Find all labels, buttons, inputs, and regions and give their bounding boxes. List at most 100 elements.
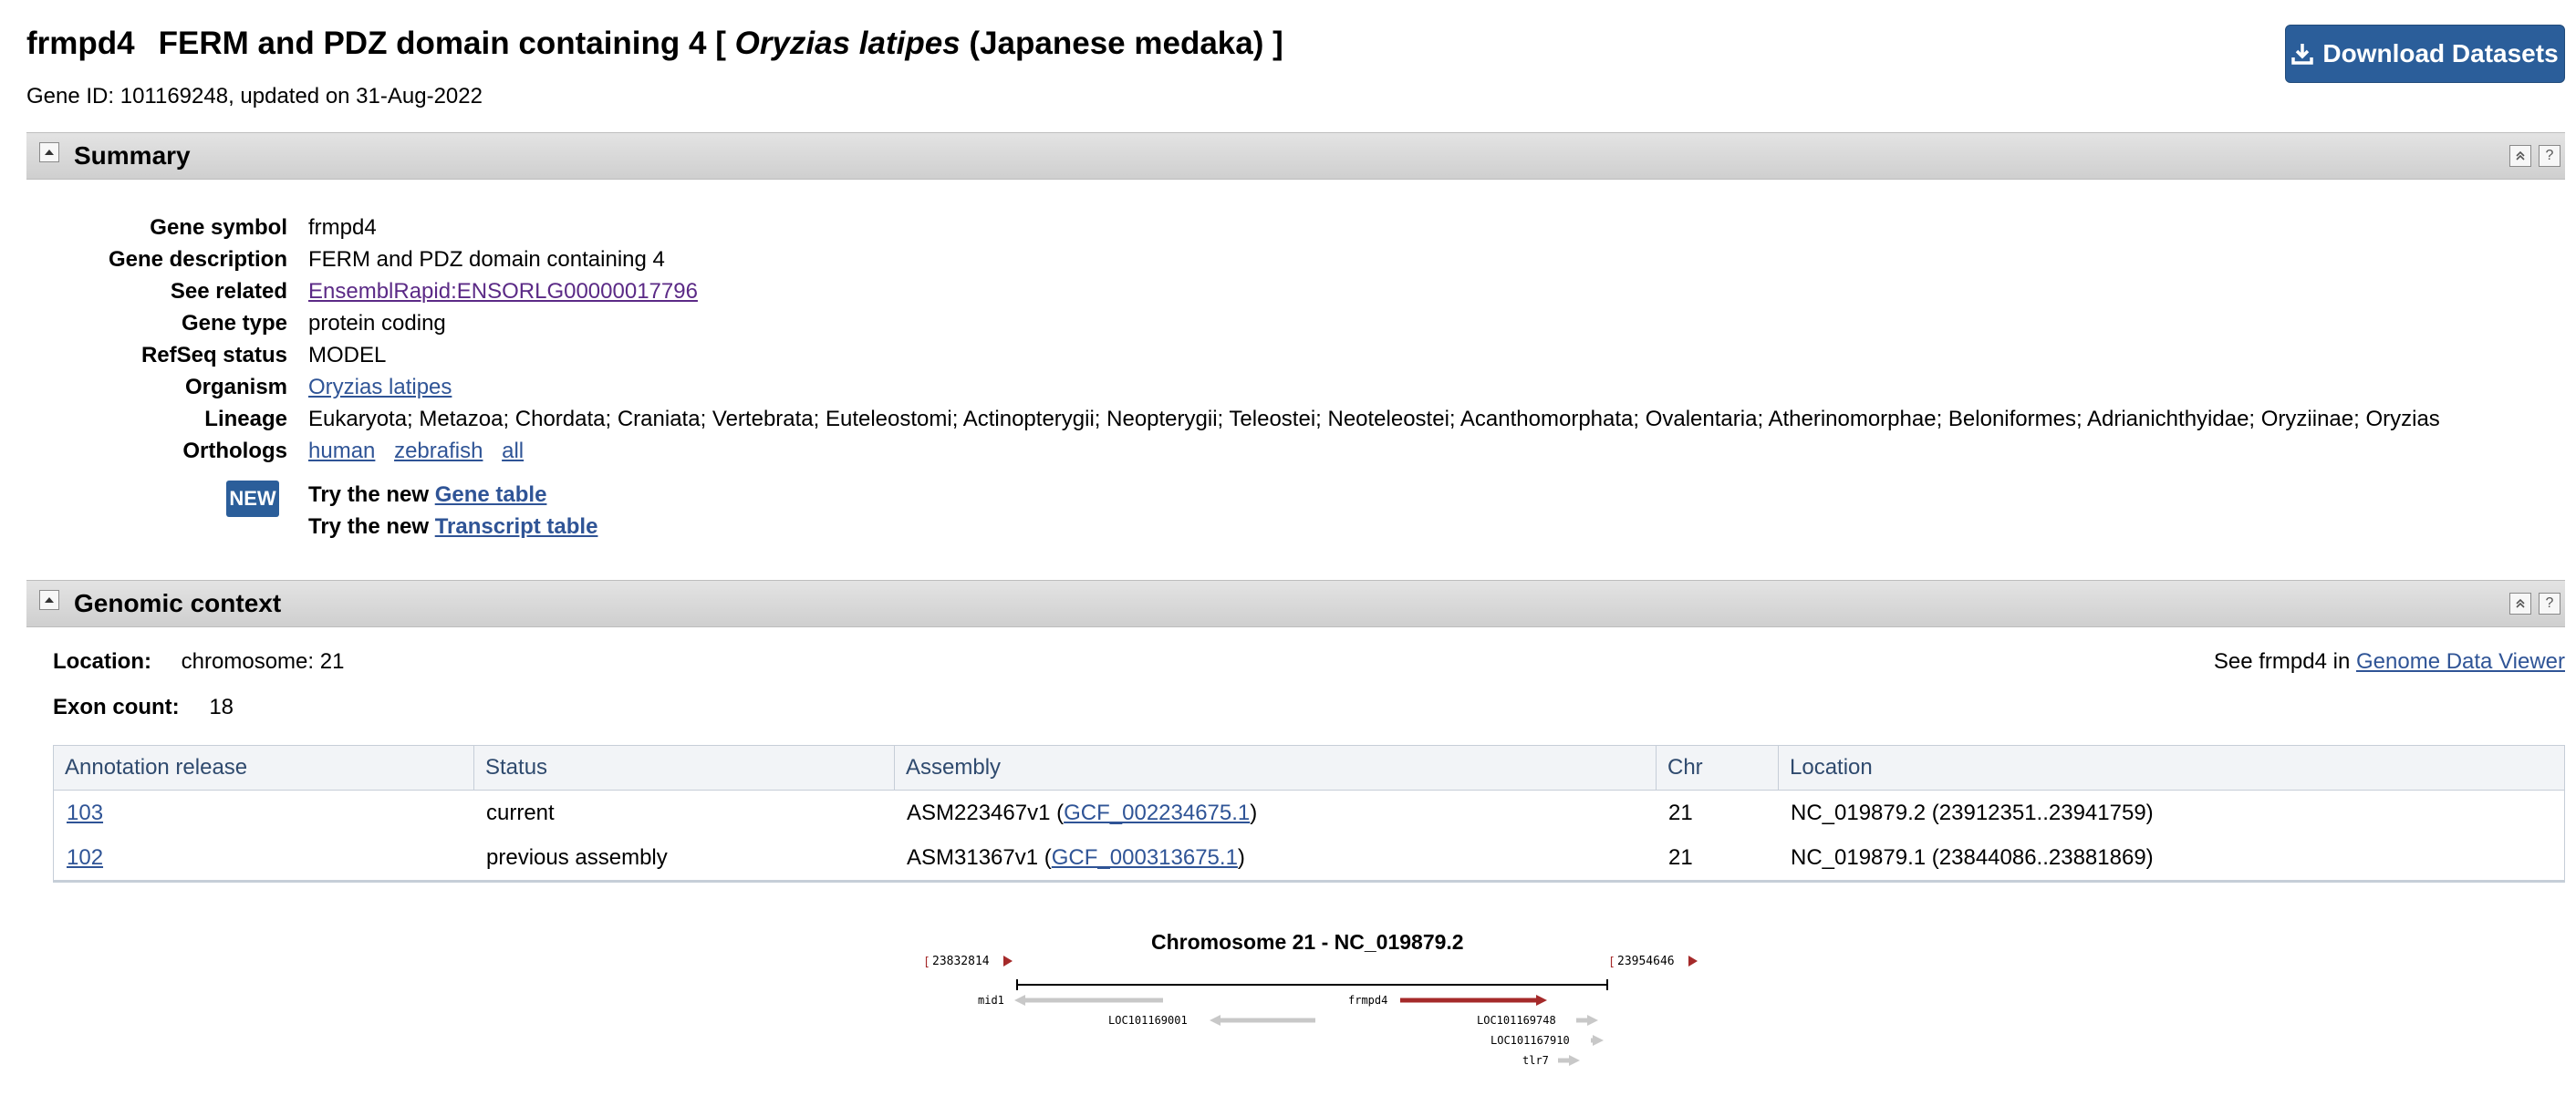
field-label: See related	[170, 279, 287, 304]
column-header-assembly[interactable]: Assembly	[894, 746, 1656, 790]
transcript-table-link[interactable]: Transcript table	[435, 514, 598, 539]
assembly-accession-link[interactable]: GCF_000313675.1	[1052, 845, 1238, 870]
column-header-location[interactable]: Location	[1778, 746, 2564, 790]
download-label: Download Datasets	[2322, 39, 2559, 67]
release-link[interactable]: 103	[54, 791, 103, 835]
gene-arrow-loc101169001	[1210, 1015, 1220, 1026]
bracket-close: ]	[1272, 26, 1283, 61]
assembly-name: ASM31367v1 (	[907, 845, 1052, 870]
genomic-scroll-top-button[interactable]	[2509, 593, 2531, 615]
field-value: MODEL	[308, 343, 387, 367]
gene-arrow-loc101169748	[1587, 1015, 1598, 1026]
summary-scroll-top-button[interactable]	[2509, 145, 2531, 167]
gene-arrow-mid1	[1014, 995, 1025, 1006]
gene-arrow-tlr7	[1569, 1055, 1580, 1066]
genome-data-viewer-link[interactable]: Genome Data Viewer	[2356, 649, 2565, 674]
assembly-cell: ASM31367v1 (GCF_000313675.1)	[894, 835, 1245, 880]
triangle-up-icon	[45, 150, 54, 155]
right-coord-label: 23954646	[1617, 955, 1675, 968]
field-value: frmpd4	[308, 215, 377, 240]
field-value: FERM and PDZ domain containing 4	[308, 247, 665, 272]
genomic-context-title: Genomic context	[74, 589, 282, 617]
orthologs-links: human zebrafish all	[308, 438, 536, 465]
download-datasets-button[interactable]: Download Datasets	[2285, 25, 2565, 83]
gene-table-link[interactable]: Gene table	[435, 482, 547, 507]
gene-symbol-title: frmpd4	[26, 26, 135, 61]
gene-label-loc101169001[interactable]: LOC101169001	[1108, 1014, 1188, 1027]
triangle-up-icon	[45, 597, 54, 603]
summary-title: Summary	[74, 141, 191, 170]
status-cell: previous assembly	[486, 845, 668, 870]
summary-fields: Gene symbol frmpd4 Gene description FERM…	[0, 214, 2576, 524]
chromosome-graphic[interactable]: [ 23832814 [ 23954646 mid1 frmpd4 LOC101…	[912, 944, 1733, 1096]
gene-label-loc101169748[interactable]: LOC101169748	[1477, 1014, 1556, 1027]
field-label: Gene type	[181, 311, 287, 336]
help-icon: ?	[2545, 148, 2554, 163]
ortholog-link-all[interactable]: all	[502, 439, 524, 463]
left-coord-label: 23832814	[932, 955, 990, 968]
exon-count-row: Exon count: 18	[53, 694, 234, 721]
see-prefix: See frmpd4 in	[2213, 649, 2351, 674]
help-icon: ?	[2545, 595, 2554, 611]
summary-help-button[interactable]: ?	[2539, 145, 2560, 167]
summary-section-header: Summary ?	[26, 132, 2565, 180]
table-header-row: Annotation release Status Assembly Chr L…	[54, 746, 2564, 791]
right-arrow-icon[interactable]	[1688, 956, 1698, 967]
field-label: Orthologs	[182, 439, 287, 463]
left-bracket: [	[923, 956, 930, 969]
left-arrow-icon[interactable]	[1003, 956, 1013, 967]
field-label: RefSeq status	[140, 343, 287, 367]
location-row: Location: chromosome: 21	[53, 648, 344, 676]
assembly-close: )	[1237, 845, 1245, 870]
try-transcript-table: Try the new Transcript table	[308, 513, 597, 541]
genomic-collapse-toggle[interactable]	[39, 590, 59, 610]
double-chevron-up-icon	[2516, 150, 2525, 160]
try-prefix: Try the new	[308, 482, 430, 507]
download-icon	[2291, 42, 2314, 66]
gene-label-frmpd4[interactable]: frmpd4	[1348, 994, 1387, 1007]
organism-link[interactable]: Oryzias latipes	[308, 374, 452, 401]
gene-arrow-frmpd4	[1536, 995, 1547, 1006]
exon-count-value: 18	[209, 695, 234, 719]
chr-cell: 21	[1668, 845, 1693, 870]
gene-label-tlr7[interactable]: tlr7	[1522, 1054, 1549, 1067]
assembly-accession-link[interactable]: GCF_002234675.1	[1064, 801, 1250, 825]
field-label: Organism	[184, 375, 287, 399]
field-value: protein coding	[308, 311, 446, 336]
exon-count-label: Exon count:	[53, 695, 180, 719]
genomic-help-button[interactable]: ?	[2539, 593, 2560, 615]
ortholog-link-human[interactable]: human	[308, 439, 375, 463]
column-header-annotation-release[interactable]: Annotation release	[54, 746, 473, 790]
field-value: Eukaryota; Metazoa; Chordata; Craniata; …	[308, 407, 2440, 431]
genomic-context-section-header: Genomic context ?	[26, 580, 2565, 627]
column-header-status[interactable]: Status	[473, 746, 894, 790]
gene-id-line: Gene ID: 101169248, updated on 31-Aug-20…	[26, 84, 483, 109]
gene-label-loc101167910[interactable]: LOC101167910	[1491, 1034, 1570, 1047]
table-row: 103 current ASM223467v1 (GCF_002234675.1…	[54, 791, 2564, 835]
try-prefix: Try the new	[308, 514, 430, 539]
summary-collapse-toggle[interactable]	[39, 142, 59, 162]
field-label: Gene symbol	[150, 215, 287, 240]
bracket-open: [	[715, 26, 726, 61]
double-chevron-up-icon	[2516, 598, 2525, 608]
assembly-cell: ASM223467v1 (GCF_002234675.1)	[894, 791, 1257, 835]
location-label: Location:	[53, 649, 151, 674]
page-title: frmpd4 FERM and PDZ domain containing 4 […	[26, 24, 1283, 64]
location-cell: NC_019879.1 (23844086..23881869)	[1791, 845, 2154, 870]
release-link[interactable]: 102	[54, 835, 103, 880]
gene-arrow-loc101167910	[1593, 1035, 1604, 1046]
see-in-gdv: See frmpd4 in Genome Data Viewer	[2214, 648, 2565, 676]
ortholog-link-zebrafish[interactable]: zebrafish	[394, 439, 483, 463]
species-name: Oryzias latipes	[734, 26, 961, 61]
location-value: chromosome: 21	[181, 649, 345, 674]
gene-label-mid1[interactable]: mid1	[978, 994, 1004, 1007]
table-row: 102 previous assembly ASM31367v1 (GCF_00…	[54, 835, 2564, 882]
right-bracket: [	[1608, 956, 1615, 969]
try-gene-table: Try the new Gene table	[308, 481, 546, 509]
gene-name-title: FERM and PDZ domain containing 4	[158, 26, 707, 61]
column-header-chr[interactable]: Chr	[1656, 746, 1778, 790]
new-badge: NEW	[226, 481, 279, 517]
species-common-name: (Japanese medaka)	[969, 26, 1264, 61]
assembly-name: ASM223467v1 (	[907, 801, 1065, 825]
ensembl-link[interactable]: EnsemblRapid:ENSORLG00000017796	[308, 278, 698, 305]
